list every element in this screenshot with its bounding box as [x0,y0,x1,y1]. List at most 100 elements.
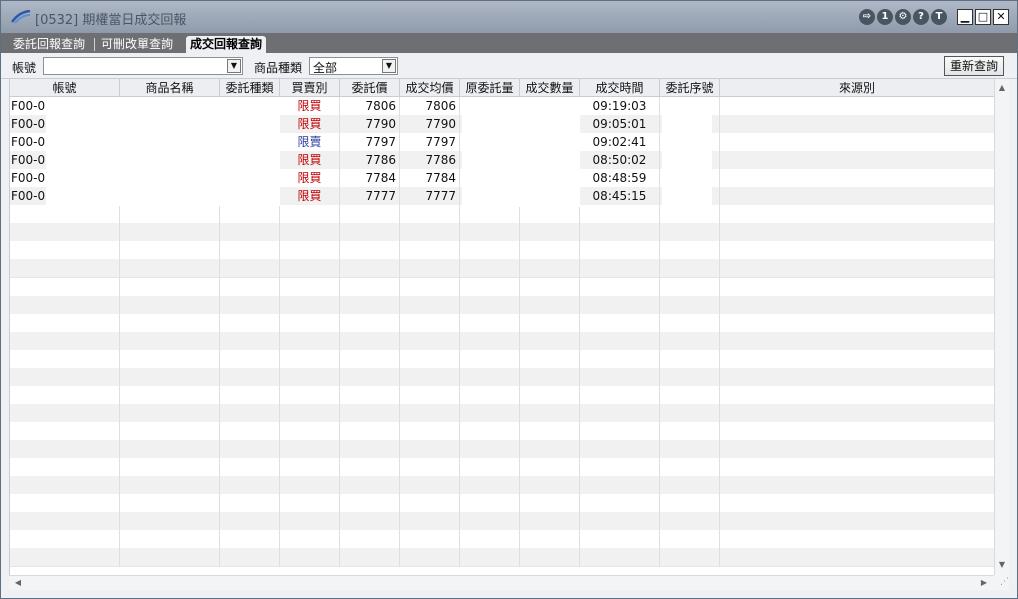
column-header-orig-qty[interactable]: 原委託量 [460,79,520,97]
vertical-scrollbar[interactable]: ▲ ▼ [994,79,1009,575]
one-icon[interactable]: 1 [877,9,893,25]
cell-avg-price [400,223,460,243]
column-header-avg-price[interactable]: 成交均價 [400,79,460,97]
export-icon[interactable]: ⇨ [859,9,875,25]
tab-fill-report-query[interactable]: 成交回報查詢 [186,36,267,53]
table-row[interactable] [10,385,994,405]
table-row[interactable] [10,295,994,315]
cell-orig-qty [460,439,520,459]
table-row[interactable] [10,331,994,351]
table-row[interactable] [10,530,994,550]
table-row[interactable] [10,439,994,459]
chevron-down-icon[interactable]: ▼ [382,59,396,73]
cell-product-name [120,458,220,477]
cell-order-price [340,548,400,568]
cell-product-name [120,494,220,514]
table-row[interactable] [10,512,994,532]
cell-product-name [120,205,220,225]
cell-order-type [220,403,280,423]
column-header-fill-qty[interactable]: 成交數量 [520,79,580,97]
cell-fill-time [580,530,660,550]
redaction-mask [662,97,712,208]
table-row[interactable] [10,259,994,279]
requery-button[interactable]: 重新查詢 [944,56,1004,76]
table-row[interactable] [10,223,994,243]
cell-order-price [340,259,400,279]
table-row[interactable] [10,241,994,261]
cell-account [10,512,120,532]
cell-fill-time: 09:19:03 [580,97,660,116]
cell-side: 限買 [280,97,340,116]
cell-fill-time [580,277,660,297]
cell-fill-time [580,476,660,496]
table-row[interactable] [10,277,994,297]
cell-avg-price [400,367,460,387]
app-logo-icon [11,10,31,24]
tab-modifiable-order-query[interactable]: 可刪改單查詢 [97,36,177,53]
cell-fill-time [580,241,660,261]
table-row[interactable] [10,494,994,514]
cell-orig-qty [460,331,520,351]
table-row[interactable] [10,548,994,568]
maximize-button[interactable]: □ [975,9,991,25]
cell-product-name [120,223,220,243]
cell-fill-qty [520,476,580,496]
scroll-left-icon[interactable]: ◀ [13,578,23,588]
t-icon[interactable]: T [931,9,947,25]
cell-source [720,278,994,297]
column-header-order-type[interactable]: 委託種類 [220,79,280,97]
cell-fill-time: 09:02:41 [580,133,660,153]
table-row[interactable] [10,421,994,441]
table-row[interactable] [10,476,994,496]
cell-orig-qty [460,223,520,243]
table-row[interactable] [10,367,994,387]
horizontal-scrollbar[interactable]: ◀ ▶ [9,575,994,590]
cell-orig-qty [460,403,520,423]
resize-grip-icon[interactable]: ⋰ [994,575,1009,590]
column-header-fill-time[interactable]: 成交時間 [580,79,660,97]
column-header-side[interactable]: 買賣別 [280,79,340,97]
cell-source [720,350,994,369]
cell-side [280,476,340,496]
product-type-dropdown[interactable]: 全部 ▼ [309,57,398,75]
table-row[interactable] [10,313,994,333]
cell-orig-qty [460,277,520,297]
table-row[interactable] [10,458,994,477]
cell-account [10,403,120,423]
cell-orig-qty [460,295,520,315]
table-row[interactable] [10,205,994,225]
scroll-right-icon[interactable]: ▶ [979,578,989,588]
minimize-button[interactable]: ▁ [957,9,973,25]
help-icon[interactable]: ? [913,9,929,25]
close-button[interactable]: ✕ [993,9,1009,25]
cell-fill-qty [520,205,580,225]
account-label: 帳號 [12,61,37,75]
column-header-order-price[interactable]: 委託價 [340,79,400,97]
scroll-up-icon[interactable]: ▲ [997,83,1007,93]
cell-source [720,169,994,189]
cell-order-price: 7806 [340,97,400,116]
cell-fill-time: 08:45:15 [580,187,660,207]
cell-source [720,458,994,477]
column-header-source[interactable]: 來源別 [720,79,994,97]
table-row[interactable] [10,403,994,423]
table-row[interactable] [10,349,994,369]
window-title: [0532] 期權當日成交回報 [35,13,187,28]
cell-source [720,512,994,532]
cell-order-seq [660,476,720,496]
cell-side [280,494,340,514]
scroll-down-icon[interactable]: ▼ [997,560,1007,570]
settings-icon[interactable]: ⚙ [895,9,911,25]
tab-order-report-query[interactable]: 委託回報查詢 [9,36,89,53]
cell-fill-time [580,367,660,387]
cell-order-type [220,458,280,477]
cell-avg-price [400,331,460,351]
account-dropdown[interactable]: ▼ [43,57,243,75]
cell-source [720,241,994,261]
column-header-product-name[interactable]: 商品名稱 [120,79,220,97]
column-header-order-seq[interactable]: 委託序號 [660,79,720,97]
chevron-down-icon[interactable]: ▼ [227,59,241,73]
title-bar[interactable]: [0532] 期權當日成交回報 ⇨ 1 ⚙ ? T ▁ □ ✕ [1,1,1017,33]
column-header-account[interactable]: 帳號 [10,79,120,97]
cell-product-name [120,403,220,423]
